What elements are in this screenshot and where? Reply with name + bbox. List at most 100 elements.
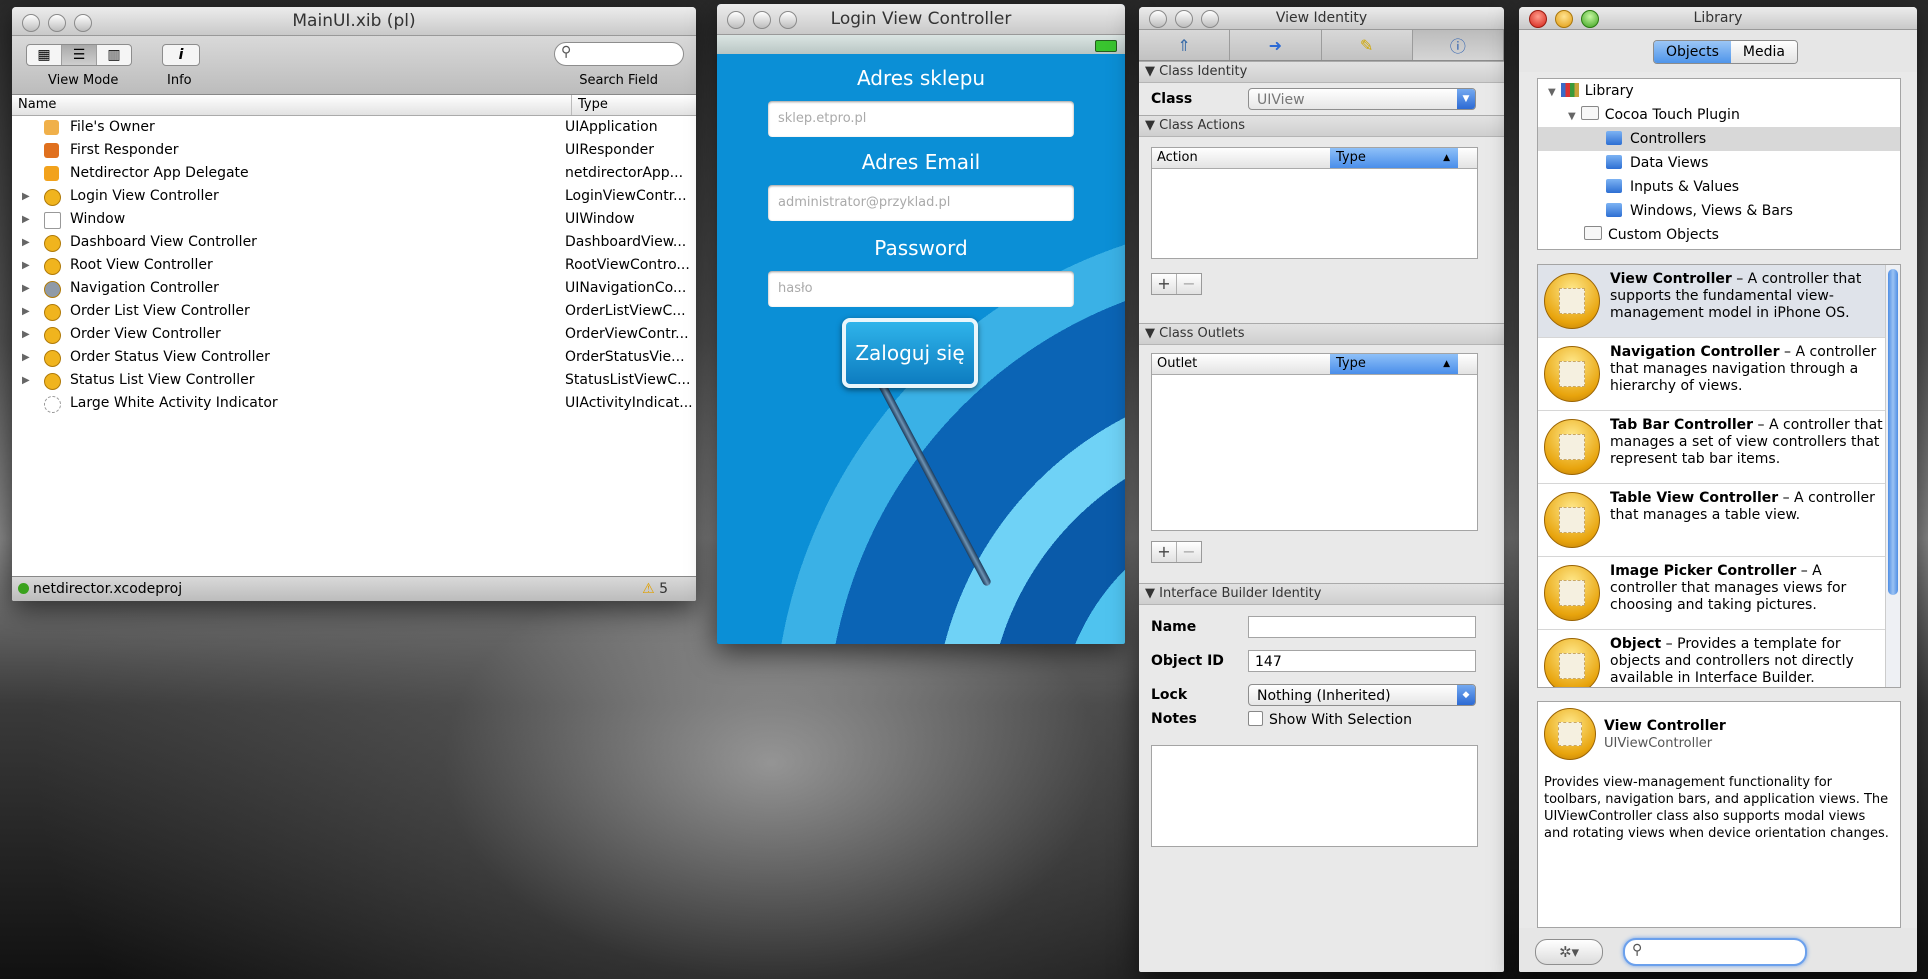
info-button[interactable]: i	[162, 44, 200, 66]
minimize-button[interactable]	[48, 14, 66, 32]
table-row[interactable]: ▶ Dashboard View Controller DashboardView.…	[12, 231, 696, 254]
table-row[interactable]: ▶ Login View Controller LoginViewContr...	[12, 185, 696, 208]
add-action-button[interactable]: +	[1152, 274, 1177, 294]
action-column-header[interactable]: Action	[1157, 148, 1198, 168]
tab-media[interactable]: Media	[1730, 41, 1797, 63]
table-row[interactable]: ▶ Navigation Controller UINavigationCo...	[12, 277, 696, 300]
connections-tab[interactable]: ➜	[1230, 30, 1322, 60]
library-item[interactable]: Tab Bar Controller – A controller that m…	[1538, 411, 1900, 484]
attributes-tab[interactable]: ⇑	[1139, 30, 1231, 60]
library-item[interactable]: View Controller – A controller that supp…	[1538, 265, 1900, 338]
identity-tab[interactable]: ⓘ	[1412, 30, 1504, 60]
zoom-button[interactable]	[74, 14, 92, 32]
table-row[interactable]: ▶ Order List View Controller OrderListView…	[12, 300, 696, 323]
zoom-button[interactable]	[779, 11, 797, 29]
library-window: Library Objects Media ▼ Library ▼ Cocoa To…	[1519, 7, 1917, 972]
email-field[interactable]: administrator@przyklad.pl	[768, 185, 1074, 221]
scrollbar-thumb[interactable]	[1888, 269, 1898, 595]
close-button[interactable]	[1529, 10, 1547, 28]
disclosure-triangle-icon[interactable]: ▶	[22, 208, 30, 231]
name-column-header[interactable]: Name	[18, 95, 56, 115]
notes-textarea[interactable]	[1151, 745, 1478, 847]
action-menu-button[interactable]: ✲▾	[1535, 939, 1603, 965]
disclosure-triangle-icon[interactable]: ▶	[22, 323, 30, 346]
list-view-button[interactable]: ☰	[62, 45, 97, 65]
library-scrollbar[interactable]	[1885, 265, 1900, 687]
tree-item-controllers[interactable]: Controllers	[1538, 127, 1900, 151]
disclosure-triangle-icon[interactable]: ▶	[22, 254, 30, 277]
tree-item-library[interactable]: ▼ Library	[1548, 79, 1634, 103]
table-row[interactable]: ▶ Window UIWindow	[12, 208, 696, 231]
disclosure-triangle-icon[interactable]: ▶	[22, 231, 30, 254]
class-actions-header[interactable]: ▼ Class Actions	[1139, 115, 1504, 137]
search-input[interactable]: ⚲	[554, 42, 684, 66]
table-row[interactable]: Netdirector App Delegate netdirectorApp..…	[12, 162, 696, 185]
disclosure-triangle-icon[interactable]: ▶	[22, 346, 30, 369]
remove-outlet-button[interactable]: −	[1177, 542, 1201, 562]
object-type: netdirectorApp...	[565, 165, 684, 181]
type-column-header[interactable]: Type ▲	[1330, 148, 1458, 168]
class-outlets-header[interactable]: ▼ Class Outlets	[1139, 323, 1504, 345]
close-button[interactable]	[727, 11, 745, 29]
add-outlet-button[interactable]: +	[1152, 542, 1177, 562]
table-row[interactable]: First Responder UIResponder	[12, 139, 696, 162]
table-row[interactable]: ▶ Order View Controller OrderViewContr...	[12, 323, 696, 346]
disclosure-triangle-icon[interactable]: ▶	[22, 185, 30, 208]
table-row[interactable]: ▶ Order Status View Controller OrderStatus…	[12, 346, 696, 369]
close-button[interactable]	[1149, 10, 1167, 28]
remove-action-button[interactable]: −	[1177, 274, 1201, 294]
table-row[interactable]: Large White Activity Indicator UIActivity…	[12, 392, 696, 415]
zoom-button[interactable]	[1201, 10, 1219, 28]
minimize-button[interactable]	[1555, 10, 1573, 28]
tree-item-data-views[interactable]: Data Views	[1606, 151, 1708, 175]
ib-identity-header[interactable]: ▼ Interface Builder Identity	[1139, 583, 1504, 605]
class-identity-header[interactable]: ▼ Class Identity	[1139, 61, 1504, 83]
blue-folder-icon	[1606, 131, 1622, 145]
outlets-add-remove: + −	[1151, 541, 1202, 563]
warning-count[interactable]: ⚠ 5	[642, 577, 668, 601]
tree-label-cocoa-touch: Cocoa Touch Plugin	[1604, 107, 1740, 123]
object-name: Window	[70, 211, 126, 227]
show-with-selection-checkbox[interactable]: Show With Selection	[1248, 711, 1412, 728]
minimize-button[interactable]	[753, 11, 771, 29]
outlets-table[interactable]: Outlet Type ▲	[1151, 353, 1478, 531]
disclosure-triangle-icon[interactable]: ▶	[22, 369, 30, 392]
tab-objects[interactable]: Objects	[1654, 41, 1731, 63]
zoom-button[interactable]	[1581, 10, 1599, 28]
tree-item-custom-objects[interactable]: Custom Objects	[1584, 223, 1719, 247]
type-column-label: Type	[1336, 356, 1366, 371]
type-column-header[interactable]: Type	[571, 95, 608, 115]
chevron-updown-icon: ◆	[1457, 685, 1475, 705]
shop-address-field[interactable]: sklep.etpro.pl	[768, 101, 1074, 137]
type-column-header[interactable]: Type ▲	[1330, 354, 1458, 374]
table-row[interactable]: ▶ Status List View Controller StatusListVi…	[12, 369, 696, 392]
minimize-button[interactable]	[1175, 10, 1193, 28]
size-tab[interactable]: ✎	[1322, 30, 1413, 60]
library-item[interactable]: Table View Controller – A controller tha…	[1538, 484, 1900, 557]
close-button[interactable]	[22, 14, 40, 32]
library-item[interactable]: Image Picker Controller – A controller t…	[1538, 557, 1900, 630]
table-row[interactable]: File's Owner UIApplication	[12, 116, 696, 139]
view-mode-label: View Mode	[48, 73, 119, 88]
icon-view-button[interactable]: ▦	[27, 45, 62, 65]
disclosure-triangle-icon[interactable]: ▶	[22, 277, 30, 300]
actions-table[interactable]: Action Type ▲	[1151, 147, 1478, 259]
table-row[interactable]: ▶ Root View Controller RootViewContro...	[12, 254, 696, 277]
class-combobox[interactable]: UIView ▼	[1248, 88, 1476, 110]
outlet-column-header[interactable]: Outlet	[1157, 354, 1197, 374]
object-id-field[interactable]: 147	[1248, 650, 1476, 672]
name-field[interactable]	[1248, 616, 1476, 638]
column-view-button[interactable]: ▥	[97, 45, 131, 65]
disclosure-triangle-icon[interactable]: ▶	[22, 300, 30, 323]
folder-icon	[1580, 106, 1599, 120]
library-item[interactable]: Object – Provides a template for objects…	[1538, 630, 1900, 687]
library-search-input[interactable]: ⚲	[1623, 938, 1807, 966]
tree-item-inputs-values[interactable]: Inputs & Values	[1606, 175, 1739, 199]
password-field[interactable]: hasło	[768, 271, 1074, 307]
project-status[interactable]: netdirector.xcodeproj	[18, 577, 182, 601]
tree-item-windows-views-bars[interactable]: Windows, Views & Bars	[1606, 199, 1793, 223]
library-titlebar: Library	[1519, 7, 1917, 30]
library-item[interactable]: Navigation Controller – A controller tha…	[1538, 338, 1900, 411]
tree-item-cocoa-touch[interactable]: ▼ Cocoa Touch Plugin	[1568, 103, 1740, 127]
login-button[interactable]: Zaloguj się	[842, 318, 978, 388]
